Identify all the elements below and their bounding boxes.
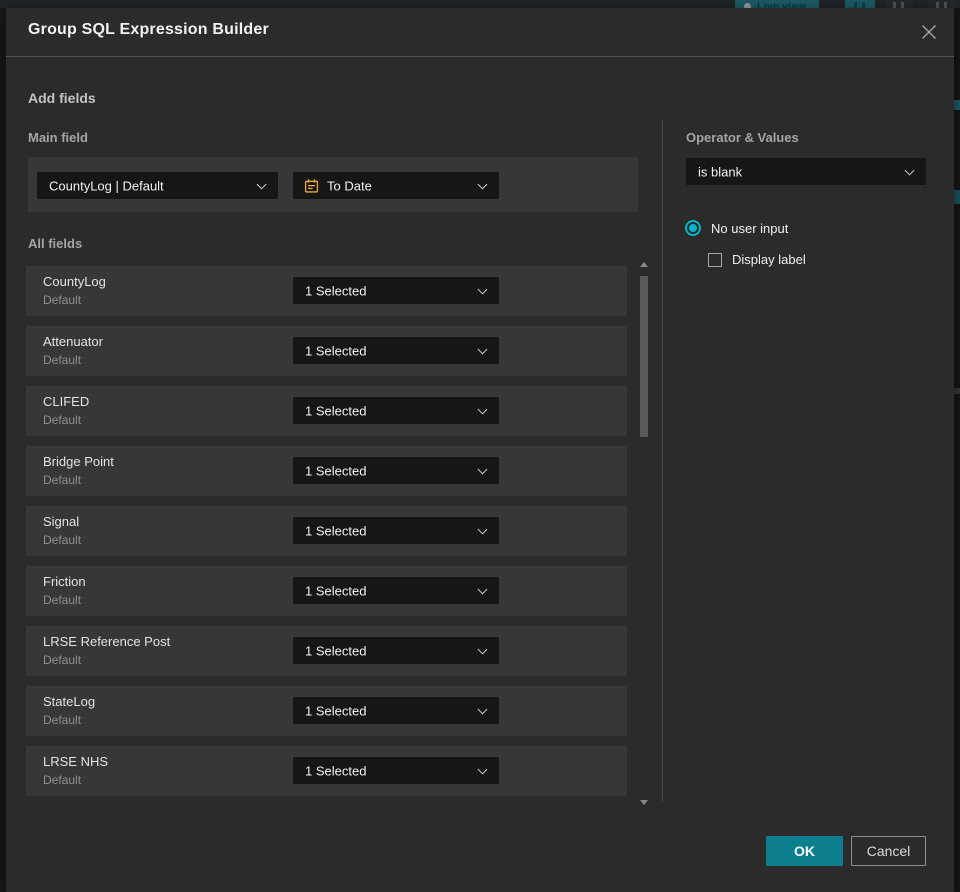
field-subtitle: Default: [43, 533, 82, 547]
field-name: Signal: [43, 514, 80, 529]
main-field-label: Main field: [28, 130, 88, 145]
ok-button[interactable]: OK: [766, 836, 843, 866]
checkbox-unchecked-icon: [708, 252, 722, 267]
date-granularity-select[interactable]: To Date: [293, 172, 499, 199]
field-row-bridge-point: Bridge Point Default 1 Selected: [26, 446, 627, 496]
field-selected-dropdown[interactable]: 1 Selected: [293, 757, 499, 784]
selected-count: 1 Selected: [305, 403, 367, 418]
field-subtitle: Default: [43, 653, 82, 667]
field-selected-dropdown[interactable]: 1 Selected: [293, 637, 499, 664]
all-fields-scrollbar[interactable]: [640, 260, 649, 810]
main-field-panel: CountyLog | Default To Date: [28, 157, 638, 212]
dialog-header: Group SQL Expression Builder: [6, 8, 954, 57]
field-subtitle: Default: [43, 773, 82, 787]
operator-values-label: Operator & Values: [686, 130, 799, 145]
field-name: LRSE NHS: [43, 754, 109, 769]
no-user-input-label: No user input: [711, 220, 789, 236]
field-subtitle: Default: [43, 413, 82, 427]
chevron-down-icon: [477, 464, 488, 474]
field-subtitle: Default: [43, 473, 82, 487]
column-divider: [662, 120, 663, 802]
chevron-down-icon: [477, 704, 488, 714]
chevron-down-icon: [256, 179, 267, 189]
field-selected-dropdown[interactable]: 1 Selected: [293, 697, 499, 724]
live-view-label: Live view: [757, 1, 806, 8]
chevron-down-icon: [904, 165, 915, 175]
chevron-down-icon: [477, 584, 488, 594]
operator-select[interactable]: is blank: [686, 158, 926, 185]
field-selected-dropdown[interactable]: 1 Selected: [293, 397, 499, 424]
background-toolbar-button[interactable]: [928, 0, 956, 8]
selected-count: 1 Selected: [305, 343, 367, 358]
scrollbar-thumb[interactable]: [640, 276, 648, 437]
field-name: CountyLog: [43, 274, 106, 289]
main-field-select-value: CountyLog | Default: [49, 178, 164, 193]
selected-count: 1 Selected: [305, 463, 367, 478]
main-field-select[interactable]: CountyLog | Default: [37, 172, 278, 199]
calendar-icon: [304, 178, 319, 193]
field-selected-dropdown[interactable]: 1 Selected: [293, 577, 499, 604]
field-name: Attenuator: [43, 334, 103, 349]
chevron-down-icon: [477, 644, 488, 654]
radio-selected-icon: [685, 220, 701, 236]
selected-count: 1 Selected: [305, 703, 367, 718]
field-row-friction: Friction Default 1 Selected: [26, 566, 627, 616]
selected-count: 1 Selected: [305, 583, 367, 598]
background-fragment: [954, 388, 960, 394]
add-fields-heading: Add fields: [28, 90, 96, 106]
field-selected-dropdown[interactable]: 1 Selected: [293, 517, 499, 544]
field-name: StateLog: [43, 694, 96, 709]
field-name: LRSE Reference Post: [43, 634, 171, 649]
live-view-button[interactable]: Live view: [735, 0, 819, 8]
selected-count: 1 Selected: [305, 283, 367, 298]
background-fragment: [954, 190, 960, 204]
pause-button[interactable]: [845, 0, 875, 8]
chevron-down-icon: [477, 179, 488, 189]
field-name: Friction: [43, 574, 86, 589]
chevron-down-icon: [477, 344, 488, 354]
chevron-down-icon: [477, 524, 488, 534]
field-selected-dropdown[interactable]: 1 Selected: [293, 337, 499, 364]
field-row-signal: Signal Default 1 Selected: [26, 506, 627, 556]
field-row-countylog: CountyLog Default 1 Selected: [26, 266, 627, 316]
field-name: Bridge Point: [43, 454, 114, 469]
field-selected-dropdown[interactable]: 1 Selected: [293, 457, 499, 484]
field-row-lrse-reference-post: LRSE Reference Post Default 1 Selected: [26, 626, 627, 676]
field-subtitle: Default: [43, 593, 82, 607]
chevron-down-icon: [477, 404, 488, 414]
chevron-down-icon: [477, 284, 488, 294]
background-app-strip: Live view: [0, 0, 960, 8]
field-subtitle: Default: [43, 713, 82, 727]
field-selected-dropdown[interactable]: 1 Selected: [293, 277, 499, 304]
group-sql-expression-builder-dialog: Group SQL Expression Builder Add fields …: [6, 8, 954, 892]
display-label-checkbox[interactable]: Display label: [708, 252, 806, 267]
background-toolbar-button[interactable]: [885, 0, 913, 8]
selected-count: 1 Selected: [305, 643, 367, 658]
close-icon: [922, 25, 936, 39]
selected-count: 1 Selected: [305, 763, 367, 778]
field-row-lrse-nhs: LRSE NHS Default 1 Selected: [26, 746, 627, 796]
field-row-statelog: StateLog Default 1 Selected: [26, 686, 627, 736]
background-app-edge: [954, 8, 960, 892]
field-row-attenuator: Attenuator Default 1 Selected: [26, 326, 627, 376]
close-button[interactable]: [916, 19, 942, 45]
dialog-title: Group SQL Expression Builder: [28, 21, 269, 38]
chevron-down-icon: [477, 764, 488, 774]
selected-count: 1 Selected: [305, 523, 367, 538]
operator-select-value: is blank: [698, 164, 743, 179]
cancel-button[interactable]: Cancel: [851, 836, 926, 866]
all-fields-label: All fields: [28, 236, 83, 251]
display-label-label: Display label: [732, 252, 806, 267]
field-row-clifed: CLIFED Default 1 Selected: [26, 386, 627, 436]
no-user-input-radio[interactable]: No user input: [685, 220, 788, 236]
radio-dot: [689, 224, 697, 232]
date-granularity-value: To Date: [327, 178, 372, 193]
field-name: CLIFED: [43, 394, 90, 409]
background-fragment: [954, 100, 960, 110]
scroll-down-icon[interactable]: [640, 800, 648, 805]
field-subtitle: Default: [43, 293, 82, 307]
scroll-up-icon[interactable]: [640, 262, 648, 267]
field-subtitle: Default: [43, 353, 82, 367]
